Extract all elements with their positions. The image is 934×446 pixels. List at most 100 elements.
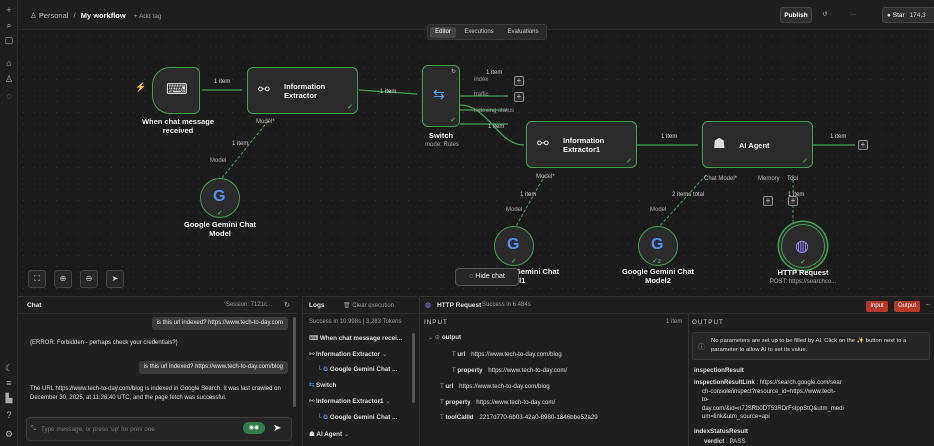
extractor-icon: ⚯ (258, 81, 270, 97)
home-icon[interactable]: ⌂ (4, 58, 14, 68)
globe-icon: ◍ (795, 238, 809, 255)
inspection-link: inspectionResultLink : https://search.go… (694, 380, 844, 420)
http-detail-panel: ◍ HTTP Request Success in 6.484s Input O… (419, 296, 934, 446)
message-input[interactable] (41, 423, 231, 436)
more-button[interactable]: ··· (846, 7, 860, 23)
input-row: T toolCallId 2217d770-6b03-42a0-8980-184… (440, 414, 598, 421)
database-icon[interactable]: ≡ (4, 378, 14, 388)
add-tag-link[interactable]: + Add tag (134, 13, 162, 20)
tab-executions[interactable]: Executions (460, 27, 498, 38)
workspace-name[interactable]: Personal (39, 11, 69, 20)
globe-icon: ◍ (425, 302, 432, 309)
chat-icon[interactable]: ◌ (4, 91, 14, 101)
tab-editor[interactable]: Editor (430, 27, 456, 38)
success-check-icon: ✓ (347, 104, 353, 111)
add-icon[interactable]: + (4, 5, 14, 15)
log-item[interactable]: ⚯ Information Extractor1 ⌄ (309, 395, 391, 409)
send-icon[interactable]: ➤ (273, 423, 281, 434)
input-row[interactable]: ⌄ ⊝ output (428, 334, 461, 341)
info-icon: ⓘ (698, 344, 705, 351)
information-extractor-node[interactable]: ⚯ Information Extractor ✓ (247, 67, 358, 114)
input-toggle-button[interactable]: Input (866, 301, 888, 312)
github-icon: ● (887, 12, 891, 19)
scrollbar[interactable] (412, 333, 415, 403)
chat-trigger-node[interactable]: ⌨ (152, 67, 200, 114)
log-item[interactable]: ⌨ When chat message recei... (309, 332, 402, 346)
extension-icon: ◉◉ (243, 422, 265, 434)
settings-icon[interactable]: ⚙ (4, 429, 14, 439)
log-item[interactable]: ⚯ Information Extractor ⌄ (309, 348, 387, 362)
execution-status: Success in 10.998s (309, 319, 362, 325)
clear-execution-button[interactable]: 🗑 Clear execution (343, 302, 394, 309)
log-item[interactable]: └ G Google Gemini Chat ... (317, 363, 397, 377)
moon-icon[interactable]: ☾ (4, 363, 14, 373)
publish-button[interactable]: Publish (780, 7, 812, 23)
tab-evaluations[interactable]: Evaluations (502, 27, 544, 38)
cursor-tool-button[interactable]: ➤ (106, 270, 124, 288)
extractor-icon: ⚯ (309, 398, 315, 405)
divider (688, 314, 689, 446)
http-request-node[interactable]: ◍ ✓ (781, 224, 825, 268)
add-node-button[interactable]: + (514, 76, 524, 86)
google-icon: G (651, 236, 664, 253)
history-icon[interactable]: ↺ (818, 7, 832, 23)
search-icon[interactable]: ⌕ (4, 20, 14, 30)
switch-node[interactable]: ⇆ ↻ ✓ (422, 65, 460, 127)
add-node-button[interactable]: + (514, 92, 524, 102)
person-icon: ♙ (30, 11, 37, 20)
chat-icon: ⌨ (309, 335, 319, 342)
log-item[interactable]: └ G Google Gemini Chat ... (317, 411, 397, 425)
input-row: T url https://www.tech-to-day.com/blog (452, 351, 562, 358)
chat-bubble-icon: ◌ (469, 273, 474, 280)
scrollbar[interactable] (293, 317, 296, 407)
workflow-canvas[interactable]: ⌨ ⚡ When chat message received ⚯ Informat… (18, 30, 928, 296)
ai-params-notice: ⓘ No parameters are set up to be filled … (692, 332, 930, 360)
chat-message-user: is this url indexed? https://www.tech-to… (151, 317, 288, 330)
add-node-button[interactable]: + (858, 140, 868, 150)
gemini-chat-node-2[interactable]: G ✓2 (638, 226, 678, 266)
input-row: T property https://www.tech-to-day.com/ (440, 399, 556, 406)
chat-message-user: is this url indexed? https://www.tech-to… (138, 361, 288, 374)
chat-bubble-icon: ⌨ (166, 81, 188, 98)
chat-message-bot: {ERROR: Forbidden - perhaps check your c… (30, 340, 178, 346)
hide-chat-button[interactable]: ◌ Hide chat (455, 268, 519, 286)
github-star-button[interactable]: ● Star 174,3 (882, 7, 934, 23)
extractor-icon: ⚯ (309, 351, 315, 358)
robot-icon: ☗ (713, 135, 726, 151)
fit-view-button[interactable]: ⛶ (28, 270, 46, 288)
message-input-box[interactable]: ⤡ ◉◉ ➤ (26, 417, 292, 441)
help-icon[interactable]: ? (4, 410, 14, 420)
output-toggle-button[interactable]: Output (894, 301, 920, 312)
lightning-icon: ⚡ (135, 82, 147, 92)
chat-panel: Chat Session: 7121c... ↻ is this url ind… (18, 296, 298, 446)
zoom-in-button[interactable]: ⊕ (54, 270, 72, 288)
trigger-label: When chat message received (141, 117, 215, 135)
session-id: Session: 7121c... (225, 302, 272, 308)
logs-panel: Logs 🗑 Clear execution Success in 10.998… (302, 296, 417, 446)
input-row: T url https://www.tech-to-day.com/blog (440, 383, 550, 390)
gemini-chat-node[interactable]: G ✓ (200, 178, 240, 218)
user-icon[interactable]: ♙ (4, 74, 14, 84)
google-icon: G (213, 188, 226, 205)
panel-icon[interactable]: ▢ (4, 35, 14, 45)
extractor-icon: ⚯ (537, 135, 549, 151)
input-row: T property https://www.tech-to-day.com/ (452, 367, 568, 374)
log-item[interactable]: ☗ AI Agent ⌄ (309, 428, 349, 442)
left-rail: + ⌕ ▢ ⌂ ♙ ◌ ☾ ≡ ▙ ? ⚙ (0, 0, 18, 446)
item-count: 1 item (666, 319, 683, 325)
log-item[interactable]: ⇆ Switch (309, 379, 336, 393)
ai-agent-node[interactable]: ☗ AI Agent ✓ (702, 121, 813, 168)
gemini-chat-node-1[interactable]: G ✓ (494, 226, 534, 266)
information-extractor1-node[interactable]: ⚯ Information Extractor1 ✓ (526, 121, 637, 168)
chart-icon[interactable]: ▙ (4, 393, 14, 403)
zoom-out-button[interactable]: ⊖ (80, 270, 98, 288)
chat-title: Chat (27, 302, 42, 309)
breadcrumb: ♙ Personal / My workflow + Add tag (30, 11, 162, 20)
reset-icon[interactable]: ↻ (284, 301, 290, 309)
switch-icon: ⇆ (433, 86, 445, 102)
workflow-name[interactable]: My workflow (81, 11, 126, 20)
minimize-icon[interactable]: – (926, 301, 930, 308)
add-memory-button[interactable]: + (763, 196, 773, 206)
expand-icon[interactable]: ⤡ (31, 426, 36, 433)
add-tool-button[interactable]: + (788, 196, 798, 206)
